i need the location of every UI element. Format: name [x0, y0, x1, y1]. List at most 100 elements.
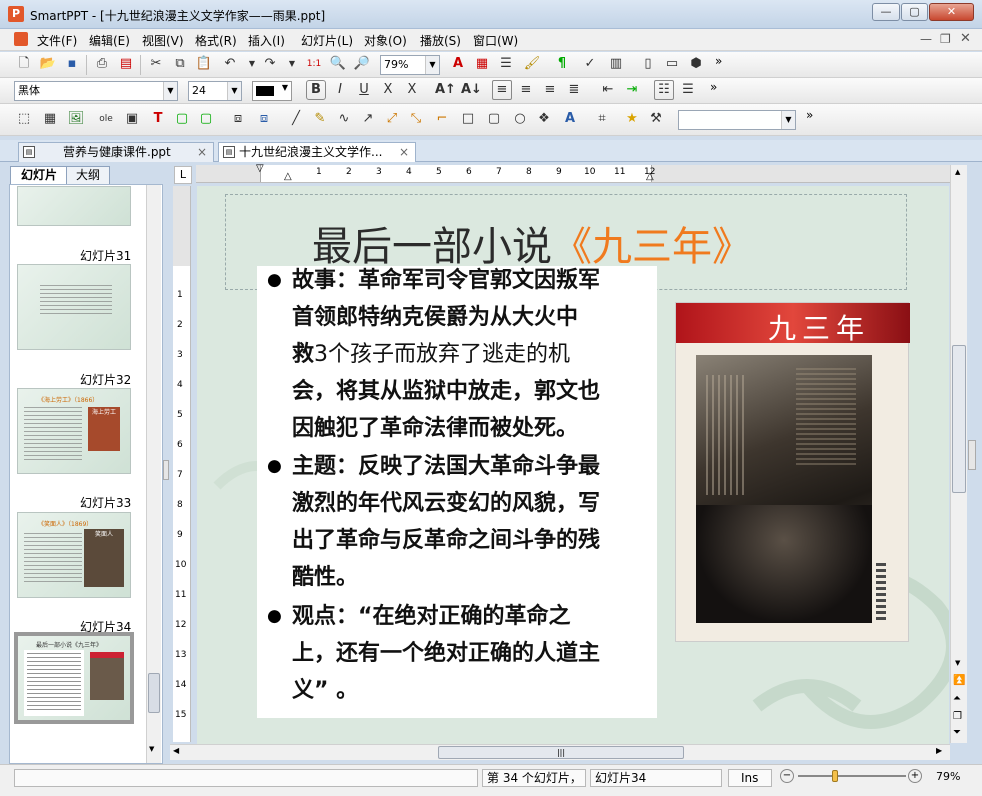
tab-nutrition-ppt[interactable]: ▤ 营养与健康课件.ppt × [18, 142, 214, 162]
paste-icon[interactable]: 📋 [194, 54, 214, 74]
page-icon[interactable]: ▭ [662, 54, 682, 74]
zoom-slider-thumb[interactable] [832, 770, 838, 782]
slide-thumbnail-33[interactable]: 《笑面人》（1869） 笑面人 [17, 512, 131, 598]
ellipse-icon[interactable]: ○ [510, 109, 530, 129]
arrow-icon[interactable]: ↗ [358, 109, 378, 129]
rectangle-icon[interactable]: □ [458, 109, 478, 129]
zoom-select[interactable]: 79% ▼ [380, 55, 440, 75]
connector-icon[interactable]: ⤢ [382, 109, 402, 129]
font-name-select[interactable]: 黑体 ▼ [14, 81, 178, 101]
scroll-up-icon[interactable]: ▲ [955, 168, 960, 176]
strikethrough-button[interactable]: X [378, 80, 398, 100]
overflow-chevron-icon[interactable]: » [715, 54, 722, 68]
undo-icon[interactable]: ↶ [220, 54, 240, 74]
bullets-icon[interactable]: ☷ [654, 80, 674, 100]
elbow-connector-icon[interactable]: ⤡ [406, 109, 426, 129]
slide-thumbnail-31[interactable] [17, 264, 131, 350]
table-insert-icon[interactable]: ▦ [40, 109, 60, 129]
minimize-button[interactable]: — [872, 3, 900, 21]
bold-button[interactable]: B [306, 80, 326, 100]
group-icon[interactable]: ⧈ [228, 109, 248, 129]
font-color-select[interactable]: ▼ [252, 81, 292, 101]
ole-icon[interactable]: ole [96, 109, 116, 129]
menu-file[interactable]: 文件(F) [37, 32, 77, 49]
rounded-rect-icon[interactable]: ▢ [484, 109, 504, 129]
redo-icon[interactable]: ↷ [260, 54, 280, 74]
close-icon[interactable]: × [197, 143, 207, 161]
slide-canvas[interactable]: 最后一部小说《九三年》 ● 故事：革命军司令官郭文因叛军 首领郎特纳克侯爵为从大火… [197, 186, 949, 744]
decrease-indent-icon[interactable]: ⇤ [598, 80, 618, 100]
chart-icon[interactable]: ▥ [606, 54, 626, 74]
crop-icon[interactable]: ⌗ [592, 109, 612, 129]
next-slide-icon[interactable]: ⏷ [953, 727, 961, 738]
pencil-icon[interactable]: ✎ [310, 109, 330, 129]
numbering-icon[interactable]: ☰ [678, 80, 698, 100]
curve-icon[interactable]: ∿ [334, 109, 354, 129]
table-icon[interactable]: ▦ [472, 54, 492, 74]
close-button[interactable]: ✕ [929, 3, 974, 21]
slide-vertical-scrollbar[interactable]: ▲ ▼ ⏫ ⏶ ❐ ⏷ [950, 165, 967, 743]
open-icon[interactable]: 📂 [38, 54, 58, 74]
menu-slide[interactable]: 幻灯片(L) [301, 32, 353, 49]
scroll-down-icon[interactable]: ▼ [955, 659, 960, 667]
line-icon[interactable]: ╱ [286, 109, 306, 129]
scrollbar-thumb[interactable]: ||| [438, 746, 684, 759]
font-color-a-icon[interactable]: A [448, 54, 468, 74]
panel-splitter[interactable] [163, 460, 169, 480]
zoom-out-icon[interactable]: 🔎 [352, 54, 372, 74]
text-frame-icon[interactable]: T [148, 109, 168, 129]
scroll-down-icon[interactable]: ▼ [149, 745, 154, 753]
pdf-export-icon[interactable]: ▤ [116, 54, 136, 74]
fit-slide-icon[interactable]: 1:1 [304, 54, 324, 74]
zoom-in-button[interactable]: + [908, 769, 922, 783]
slide-thumbnail-32[interactable]: 《海上劳工》（1866） 海上劳工 [17, 388, 131, 474]
menu-play[interactable]: 播放(S) [420, 32, 461, 49]
shrink-font-icon[interactable]: A↓ [460, 80, 482, 100]
shapes-icon[interactable]: ❖ [534, 109, 554, 129]
image-frame-icon[interactable]: ▢ [196, 109, 216, 129]
select-frame-icon[interactable]: ⬚ [14, 109, 34, 129]
scroll-right-icon[interactable]: ▶ [936, 746, 942, 755]
menu-object[interactable]: 对象(O) [364, 32, 407, 49]
shadow-button[interactable]: X [402, 80, 422, 100]
overflow-chevron-icon[interactable]: » [806, 108, 813, 122]
close-icon[interactable]: × [399, 143, 409, 161]
tab-outline[interactable]: 大纲 [66, 166, 110, 184]
shape-frame-icon[interactable]: ▢ [172, 109, 192, 129]
spellcheck-icon[interactable]: ✓ [580, 54, 600, 74]
maximize-button[interactable]: ▢ [901, 3, 928, 21]
polyline-icon[interactable]: ⌐ [432, 109, 452, 129]
first-slide-icon[interactable]: ⏫ [953, 675, 965, 686]
align-center-icon[interactable]: ≡ [516, 80, 536, 100]
menu-format[interactable]: 格式(R) [195, 32, 237, 49]
cut-icon[interactable]: ✂ [146, 54, 166, 74]
body-textbox[interactable]: ● 故事：革命军司令官郭文因叛军 首领郎特纳克侯爵为从大火中 救3个孩子而放弃了逃走… [257, 266, 657, 718]
picture-icon[interactable]: 🖼 [66, 109, 86, 129]
tab-stop-selector[interactable]: L [174, 166, 192, 184]
insert-mode-status[interactable]: Ins [728, 769, 772, 787]
menu-view[interactable]: 视图(V) [142, 32, 184, 49]
mdi-restore-button[interactable]: ❐ [940, 32, 951, 46]
save-icon[interactable]: ▪ [62, 54, 82, 74]
font-size-select[interactable]: 24 ▼ [188, 81, 242, 101]
thumbnail-scrollbar[interactable]: ▼ [146, 185, 161, 763]
new-icon[interactable]: 🗋 [14, 54, 34, 74]
textbox-icon[interactable]: ▯ [638, 54, 658, 74]
zoom-slider[interactable] [798, 770, 906, 782]
menu-insert[interactable]: 插入(I) [248, 32, 285, 49]
zoom-out-button[interactable]: − [780, 769, 794, 783]
frame-icon[interactable]: ▣ [122, 109, 142, 129]
style-select[interactable]: ▼ [678, 110, 796, 130]
underline-button[interactable]: U [354, 80, 374, 100]
scrollbar-thumb[interactable] [148, 673, 160, 713]
increase-indent-icon[interactable]: ⇥ [622, 80, 642, 100]
wordart-icon[interactable]: A [560, 109, 580, 129]
first-line-indent-icon[interactable]: ▽ [256, 163, 264, 174]
hanging-indent-icon[interactable]: △ [284, 171, 292, 182]
tab-slides[interactable]: 幻灯片 [10, 166, 68, 184]
align-right-icon[interactable]: ≡ [540, 80, 560, 100]
undo-dropdown-icon[interactable]: ▼ [242, 54, 262, 74]
ungroup-icon[interactable]: ⧈ [254, 109, 274, 129]
tools-icon[interactable]: ⚒ [646, 109, 666, 129]
align-left-icon[interactable]: ≡ [492, 80, 512, 100]
